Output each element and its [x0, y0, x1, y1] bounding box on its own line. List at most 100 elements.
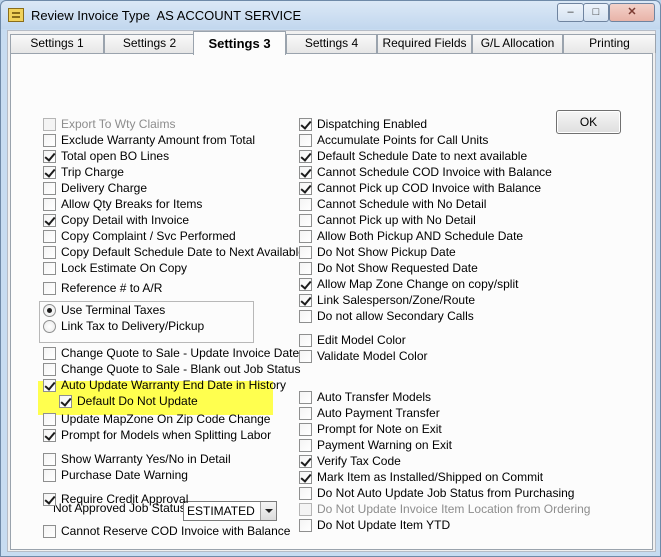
checkbox-icon[interactable]	[43, 282, 56, 295]
checkbox-icon[interactable]	[43, 363, 56, 376]
checkbox-icon[interactable]	[43, 198, 56, 211]
checkbox-label: Default Schedule Date to next available	[317, 149, 528, 163]
checkbox-label: Link Salesperson/Zone/Route	[317, 293, 476, 307]
checkbox-label: Mark Item as Installed/Shipped on Commit	[317, 470, 544, 484]
checkbox-label: Allow Both Pickup AND Schedule Date	[317, 229, 524, 243]
checkbox-icon[interactable]	[299, 350, 312, 363]
title-bar[interactable]: Review Invoice Type AS ACCOUNT SERVICE –…	[1, 1, 660, 29]
checkbox-checked-icon[interactable]	[299, 455, 312, 468]
checkbox-checked-icon[interactable]	[299, 166, 312, 179]
close-icon[interactable]: ✕	[609, 3, 655, 22]
maximize-icon[interactable]: □	[583, 3, 609, 22]
checkbox-icon[interactable]	[43, 262, 56, 275]
checkbox-label: Copy Default Schedule Date to Next Avail…	[61, 245, 305, 259]
chevron-down-icon[interactable]	[260, 502, 276, 520]
checkbox-checked-icon[interactable]	[299, 182, 312, 195]
checkbox-checked-icon[interactable]	[299, 278, 312, 291]
checkbox-label: Auto Payment Transfer	[317, 406, 440, 420]
checkbox-icon	[299, 503, 312, 516]
checkbox-icon[interactable]	[299, 198, 312, 211]
minimize-icon[interactable]: –	[557, 3, 584, 22]
checkbox-checked-icon[interactable]	[43, 379, 56, 392]
radio-icon[interactable]	[43, 320, 56, 333]
checkbox-icon[interactable]	[43, 347, 56, 360]
checkbox-label: Lock Estimate On Copy	[61, 261, 188, 275]
checkbox-label: Copy Complaint / Svc Performed	[61, 229, 236, 243]
checkbox-icon[interactable]	[299, 214, 312, 227]
checkbox-icon[interactable]	[299, 407, 312, 420]
checkbox-icon[interactable]	[299, 519, 312, 532]
checkbox-checked-icon[interactable]	[43, 493, 56, 506]
checkbox-label: Reference # to A/R	[61, 281, 163, 295]
tab-printing[interactable]: Printing	[563, 34, 656, 53]
checkbox-icon	[43, 118, 56, 131]
checkbox-label: Update MapZone On Zip Code Change	[61, 412, 271, 426]
checkbox-icon[interactable]	[43, 246, 56, 259]
checkbox-icon[interactable]	[43, 453, 56, 466]
checkbox-checked-icon[interactable]	[299, 150, 312, 163]
radio-label: Use Terminal Taxes	[61, 303, 166, 317]
checkbox-checked-icon[interactable]	[43, 166, 56, 179]
checkbox-label: Change Quote to Sale - Blank out Job Sta…	[61, 362, 301, 376]
checkbox-checked-icon[interactable]	[43, 150, 56, 163]
checkbox-label: Accumulate Points for Call Units	[317, 133, 489, 147]
checkbox-label: Do not allow Secondary Calls	[317, 309, 474, 323]
checkbox-label: Allow Qty Breaks for Items	[61, 197, 203, 211]
checkbox-label: Prompt for Note on Exit	[317, 422, 442, 436]
checkbox-icon[interactable]	[299, 391, 312, 404]
checkbox-icon[interactable]	[43, 469, 56, 482]
tab-settings-2[interactable]: Settings 2	[104, 34, 195, 53]
dialog-window: Review Invoice Type AS ACCOUNT SERVICE –…	[0, 0, 661, 557]
checkbox-icon[interactable]	[299, 230, 312, 243]
settings-3-panel: Not Approved Job Status ESTIMATED OK Exp…	[10, 53, 653, 550]
checkbox-label: Dispatching Enabled	[317, 117, 428, 131]
checkbox-label: Verify Tax Code	[317, 454, 401, 468]
tab-settings-1[interactable]: Settings 1	[10, 34, 104, 53]
checkbox-label: Do Not Show Pickup Date	[317, 245, 456, 259]
checkbox-label: Copy Detail with Invoice	[61, 213, 190, 227]
checkbox-checked-icon[interactable]	[43, 429, 56, 442]
tab-strip: Settings 1 Settings 2 Settings 3 Setting…	[8, 31, 656, 55]
checkbox-icon[interactable]	[299, 134, 312, 147]
checkbox-label: Auto Update Warranty End Date in History	[61, 378, 286, 392]
checkbox-icon[interactable]	[299, 246, 312, 259]
radio-selected-icon[interactable]	[43, 304, 56, 317]
checkbox-label: Do Not Show Requested Date	[317, 261, 478, 275]
ok-button[interactable]: OK	[556, 110, 621, 134]
checkbox-icon[interactable]	[299, 262, 312, 275]
checkbox-icon[interactable]	[43, 525, 56, 538]
checkbox-icon[interactable]	[299, 487, 312, 500]
checkbox-label: Payment Warning on Exit	[317, 438, 452, 452]
checkbox-icon[interactable]	[299, 423, 312, 436]
select-value: ESTIMATED	[187, 504, 255, 518]
tab-settings-4[interactable]: Settings 4	[286, 34, 377, 53]
checkbox-icon[interactable]	[43, 134, 56, 147]
checkbox-icon[interactable]	[299, 439, 312, 452]
not-approved-job-status-select[interactable]: ESTIMATED	[183, 501, 277, 521]
tab-required-fields[interactable]: Required Fields	[377, 34, 472, 53]
checkbox-label: Allow Map Zone Change on copy/split	[317, 277, 519, 291]
checkbox-icon[interactable]	[299, 310, 312, 323]
app-icon	[8, 8, 24, 22]
checkbox-icon[interactable]	[43, 230, 56, 243]
checkbox-icon[interactable]	[43, 413, 56, 426]
checkbox-checked-icon[interactable]	[299, 471, 312, 484]
checkbox-label: Export To Wty Claims	[61, 117, 176, 131]
checkbox-label: Exclude Warranty Amount from Total	[61, 133, 256, 147]
checkbox-checked-icon[interactable]	[299, 294, 312, 307]
checkbox-label: Edit Model Color	[317, 333, 406, 347]
checkbox-label: Do Not Update Invoice Item Location from…	[317, 502, 591, 516]
dialog-client: Settings 1 Settings 2 Settings 3 Setting…	[7, 30, 656, 552]
checkbox-checked-icon[interactable]	[43, 214, 56, 227]
checkbox-checked-icon[interactable]	[299, 118, 312, 131]
checkbox-label: Cannot Pick up COD Invoice with Balance	[317, 181, 542, 195]
checkbox-label: Default Do Not Update	[77, 394, 198, 408]
checkbox-label: Cannot Reserve COD Invoice with Balance	[61, 524, 291, 538]
tab-gl-allocation[interactable]: G/L Allocation	[472, 34, 563, 53]
tab-settings-3[interactable]: Settings 3	[193, 31, 286, 55]
checkbox-icon[interactable]	[299, 334, 312, 347]
checkbox-checked-icon[interactable]	[59, 395, 72, 408]
checkbox-label: Do Not Update Item YTD	[317, 518, 451, 532]
checkbox-label: Do Not Auto Update Job Status from Purch…	[317, 486, 575, 500]
checkbox-icon[interactable]	[43, 182, 56, 195]
